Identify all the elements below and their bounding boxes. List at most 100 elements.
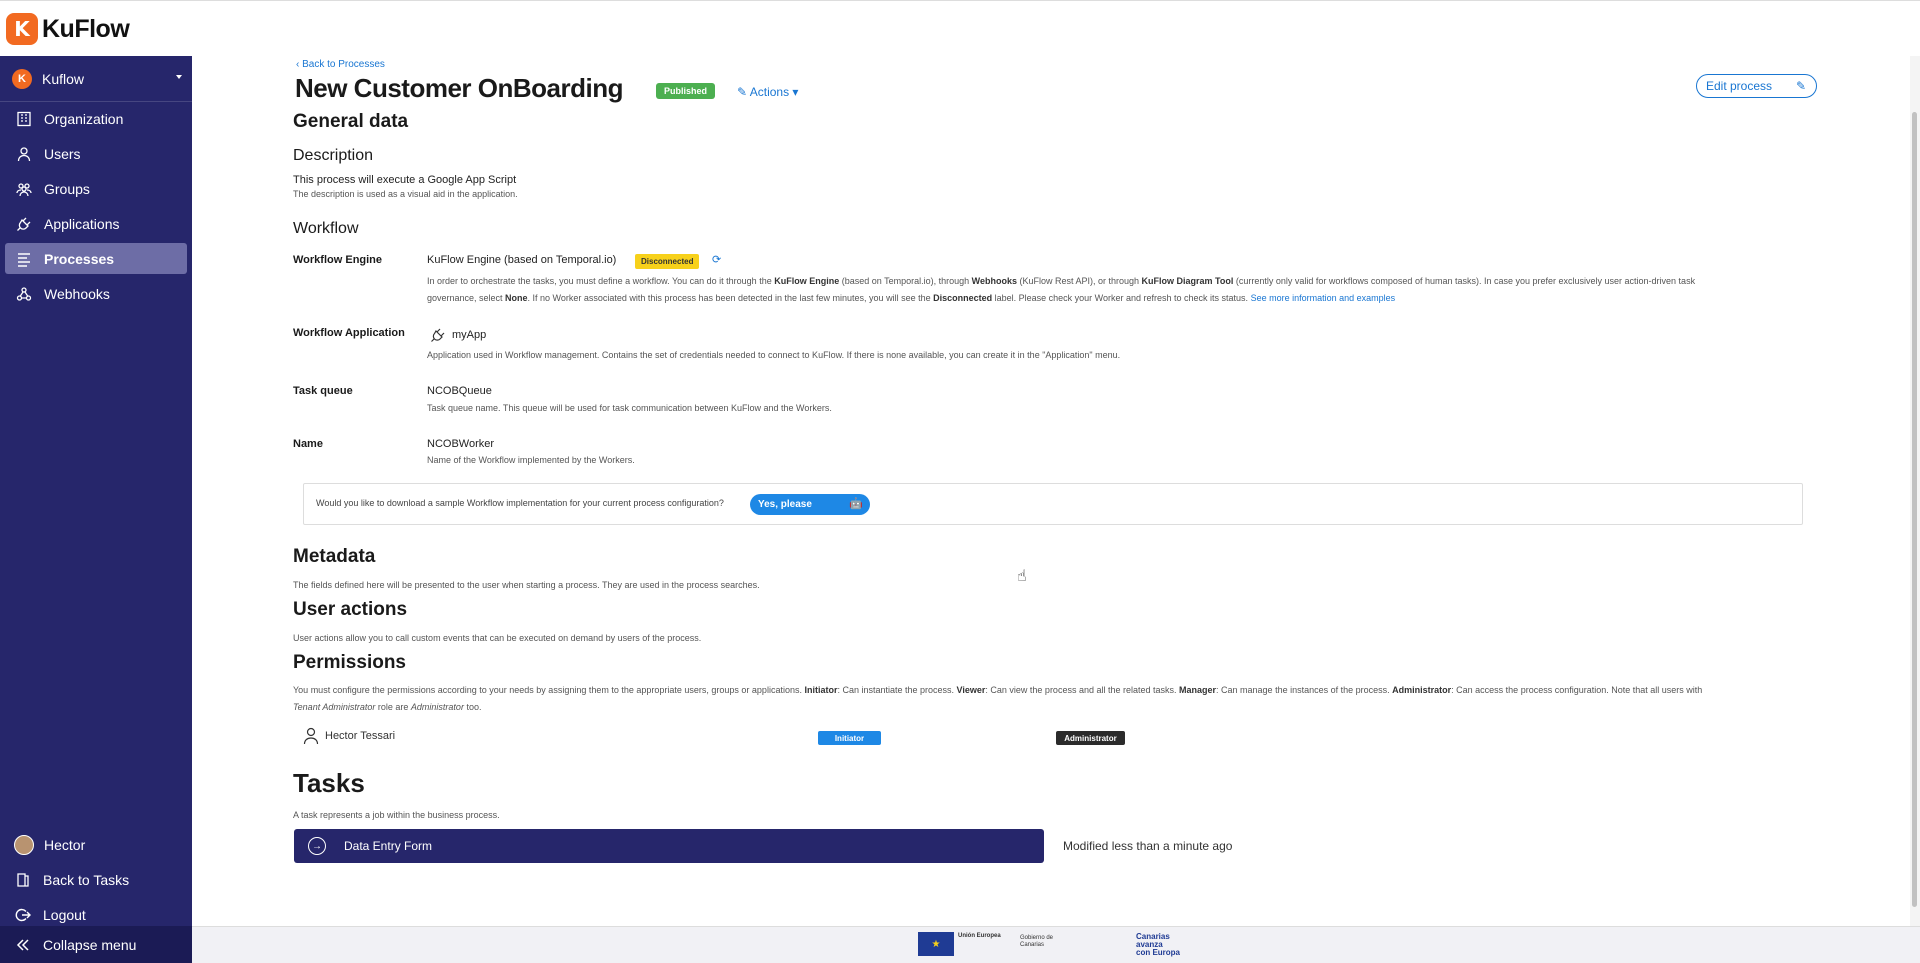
task-item[interactable]: → Data Entry Form <box>294 829 1044 863</box>
eu-flag-icon: ★ <box>918 932 954 956</box>
edit-process-button[interactable]: Edit process ✎ <box>1696 74 1817 98</box>
task-queue-label: Task queue <box>293 385 353 397</box>
more-info-link[interactable]: See more information and examples <box>1251 293 1396 303</box>
task-modified-text: Modified less than a minute ago <box>1063 839 1233 853</box>
description-hint: The description is used as a visual aid … <box>293 189 518 199</box>
task-queue-value: NCOBQueue <box>427 385 492 397</box>
main-content: ‹ Back to Processes New Customer OnBoard… <box>192 56 1912 926</box>
actions-label: Actions <box>749 85 790 99</box>
sidebar-item-groups[interactable]: Groups <box>5 173 187 204</box>
double-chevron-left-icon <box>14 936 32 954</box>
pencil-icon: ✎ <box>1795 79 1806 93</box>
kuflow-logo-icon: K <box>6 13 38 45</box>
workflow-application-value: myApp <box>427 327 486 343</box>
caret-down-icon: ▾ <box>789 85 799 99</box>
back-link-label: Back to Processes <box>302 59 385 70</box>
refresh-icon[interactable]: ⟳ <box>712 253 721 266</box>
webhook-icon <box>15 285 33 303</box>
status-badge: Published <box>656 83 716 99</box>
top-bar: K KuFlow <box>0 0 1920 56</box>
workflow-application-hint: Application used in Workflow management.… <box>427 350 1121 360</box>
sidebar-item-organization[interactable]: Organization <box>5 103 187 134</box>
sidebar-item-label: Users <box>44 145 81 162</box>
tenant-name: Kuflow <box>42 70 85 87</box>
task-queue-hint: Task queue name. This queue will be used… <box>427 403 832 413</box>
sidebar-bottom-nav: Hector Back to Tasks Logout <box>0 827 192 932</box>
eu-label: Unión Europea <box>958 933 1001 939</box>
application-name: myApp <box>452 329 487 341</box>
back-to-tasks-link[interactable]: Back to Tasks <box>0 862 192 897</box>
worker-name-label: Name <box>293 438 323 450</box>
page-title: New Customer OnBoarding <box>295 73 623 103</box>
collapse-menu-label: Collapse menu <box>43 936 137 953</box>
sidebar-item-label: Processes <box>44 250 115 267</box>
worker-name-value: NCOBWorker <box>427 438 495 450</box>
workflow-application-label: Workflow Application <box>293 327 405 339</box>
kuflow-logo[interactable]: K KuFlow <box>6 13 130 45</box>
disconnected-badge: Disconnected <box>635 254 700 269</box>
sidebar-item-label: Organization <box>44 110 124 127</box>
person-icon <box>303 727 319 750</box>
robot-icon: 🤖 <box>849 498 863 510</box>
actions-dropdown[interactable]: ✎ Actions ▾ <box>737 85 798 99</box>
caret-down-icon <box>176 75 182 79</box>
sidebar: K Kuflow Organization Users Groups Appli… <box>0 56 192 963</box>
permission-row: Hector Tessari Initiator Administrator <box>303 727 1303 749</box>
yes-please-label: Yes, please <box>758 499 812 510</box>
arrow-right-circle-icon: → <box>308 837 326 855</box>
metadata-hint: The fields defined here will be presente… <box>293 580 760 590</box>
tasks-heading: Tasks <box>293 768 365 798</box>
description-heading: Description <box>293 147 374 164</box>
canarias-avanza-logo: Canarias avanza con Europa <box>1136 933 1180 957</box>
yes-please-button[interactable]: Yes, please 🤖 <box>750 494 870 515</box>
edit-process-label: Edit process <box>1706 79 1773 93</box>
logout-icon <box>14 906 32 924</box>
scrollbar-thumb[interactable] <box>1912 112 1917 907</box>
hand-cursor-icon: ☝ <box>1017 568 1027 585</box>
initiator-badge: Initiator <box>818 731 881 745</box>
worker-name-hint: Name of the Workflow implemented by the … <box>427 455 635 465</box>
sidebar-item-label: Groups <box>44 180 90 197</box>
metadata-heading: Metadata <box>293 546 376 567</box>
general-data-heading: General data <box>293 111 409 132</box>
logout-label: Logout <box>43 906 86 923</box>
download-question: Would you like to download a sample Work… <box>316 498 724 508</box>
collapse-menu-button[interactable]: Collapse menu <box>0 926 192 963</box>
user-actions-heading: User actions <box>293 599 408 620</box>
user-name: Hector <box>44 836 86 853</box>
download-sample-panel: Would you like to download a sample Work… <box>303 483 1803 525</box>
permissions-hint: You must configure the permissions accor… <box>293 685 1703 712</box>
sidebar-item-users[interactable]: Users <box>5 138 187 169</box>
tenant-selector[interactable]: K Kuflow <box>0 56 192 102</box>
tasks-hint: A task represents a job within the busin… <box>293 810 500 820</box>
workflow-engine-value: KuFlow Engine (based on Temporal.io) <box>427 254 617 266</box>
sidebar-nav: Organization Users Groups Applications P… <box>0 103 192 313</box>
sidebar-item-label: Applications <box>44 215 120 232</box>
sidebar-item-webhooks[interactable]: Webhooks <box>5 278 187 309</box>
footer: ★ Unión Europea Gobierno de Canarias Can… <box>192 926 1920 963</box>
gov-canarias-label: Gobierno de Canarias <box>1020 935 1054 948</box>
workflow-engine-label: Workflow Engine <box>293 254 383 266</box>
building-icon <box>15 110 33 128</box>
avatar <box>14 834 34 855</box>
permissions-heading: Permissions <box>293 652 406 673</box>
plug-icon <box>15 215 33 233</box>
list-icon <box>15 250 33 268</box>
groups-icon <box>15 180 33 198</box>
workflow-engine-hint: In order to orchestrate the tasks, you m… <box>427 276 1696 303</box>
permission-user-name: Hector Tessari <box>325 730 396 742</box>
user-actions-hint: User actions allow you to call custom ev… <box>293 633 702 643</box>
sidebar-item-applications[interactable]: Applications <box>5 208 187 239</box>
administrator-badge: Administrator <box>1056 731 1125 745</box>
brand-name: KuFlow <box>42 14 130 43</box>
user-profile[interactable]: Hector <box>0 827 192 862</box>
back-to-processes-link[interactable]: ‹ Back to Processes <box>296 59 385 70</box>
workflow-heading: Workflow <box>293 220 359 237</box>
sidebar-item-processes[interactable]: Processes <box>5 243 187 274</box>
task-name: Data Entry Form <box>344 839 433 853</box>
plug-icon <box>430 327 446 343</box>
pencil-icon: ✎ <box>737 85 750 99</box>
back-to-tasks-label: Back to Tasks <box>43 871 130 888</box>
book-icon <box>14 871 32 889</box>
tenant-avatar: K <box>12 68 32 89</box>
